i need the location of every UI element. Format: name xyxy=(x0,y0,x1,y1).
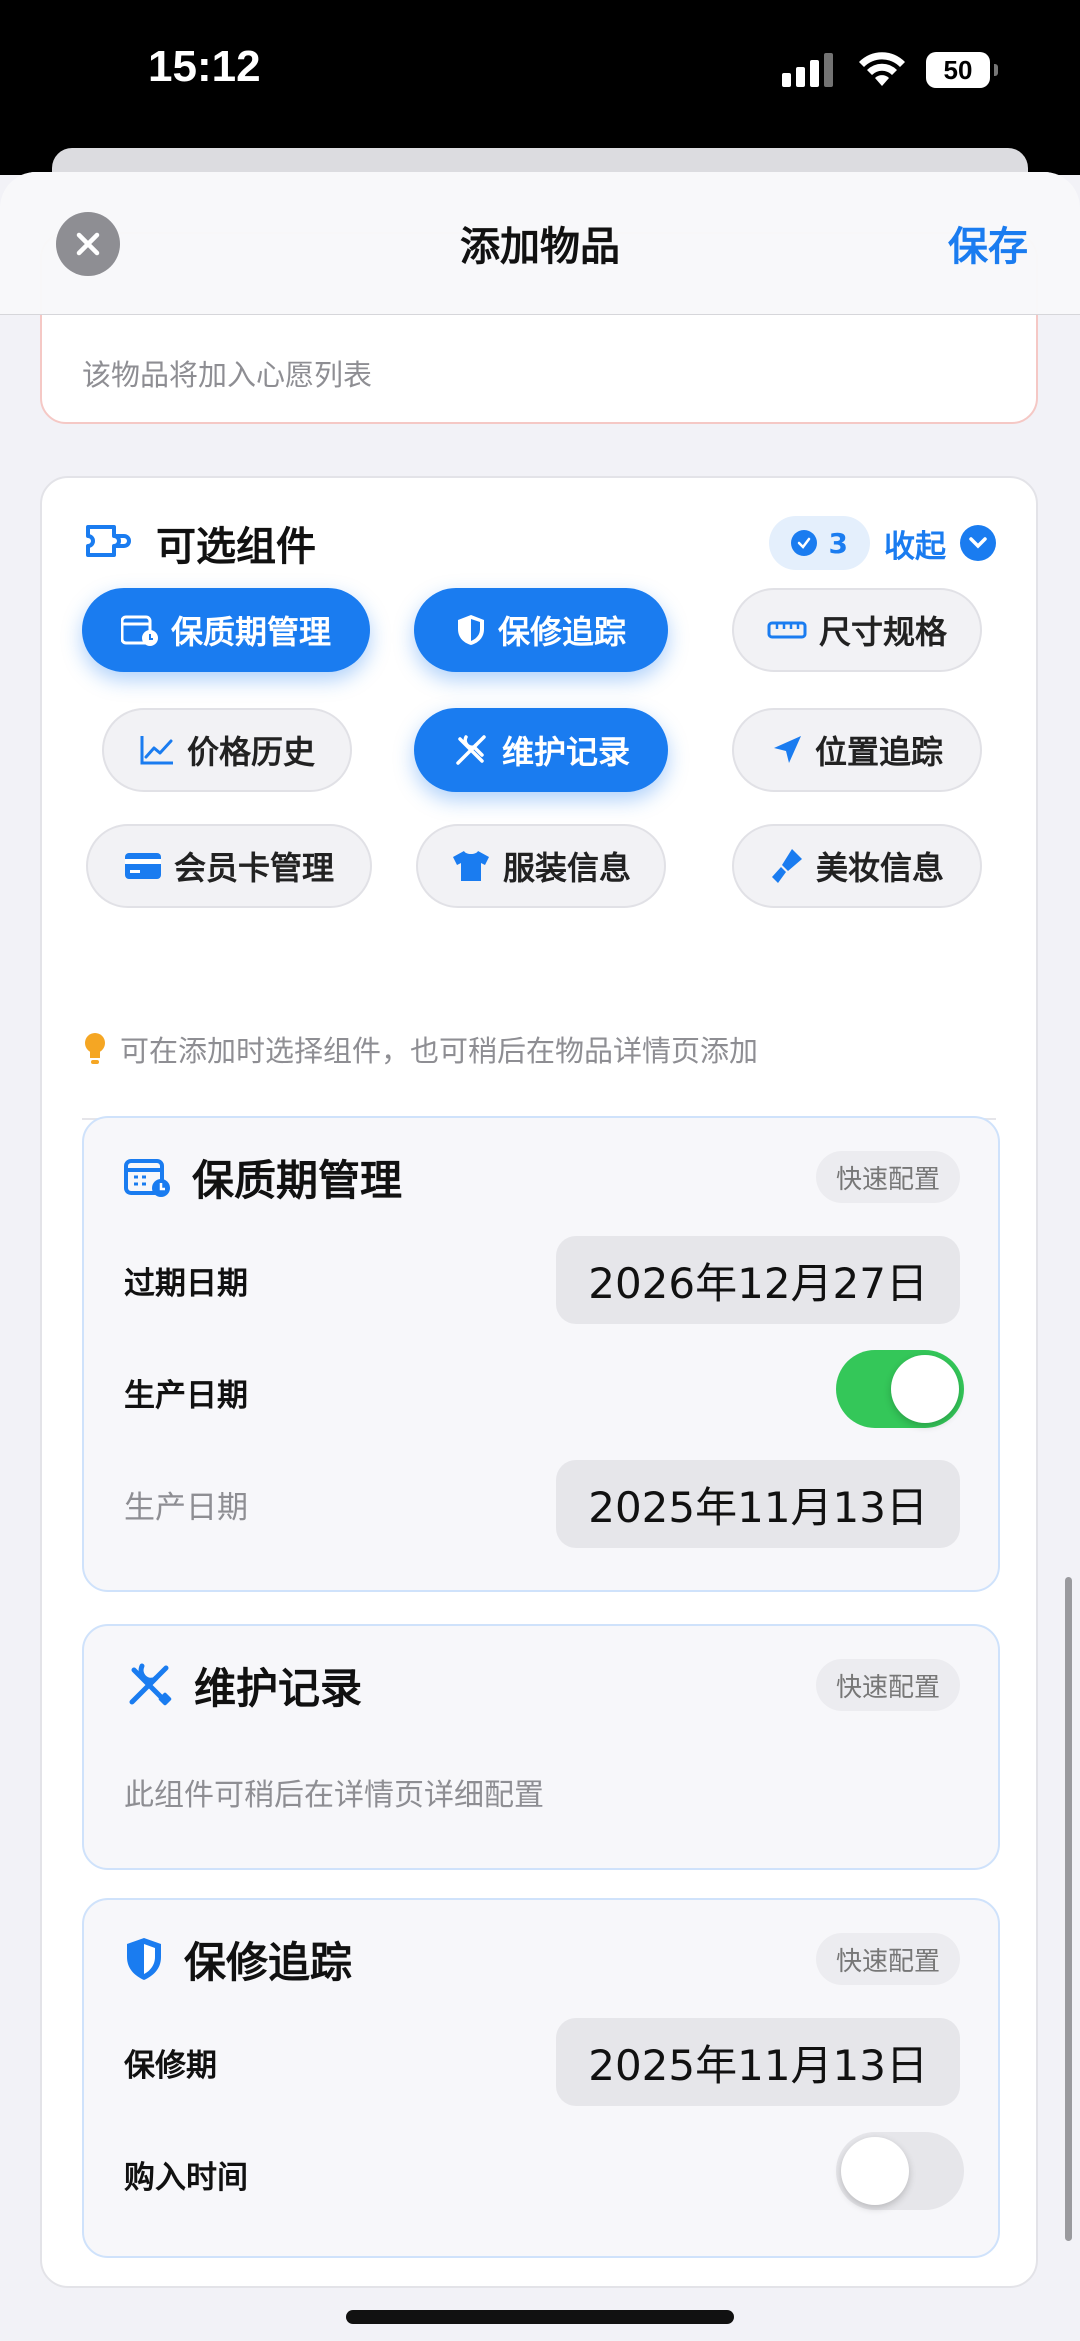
chip-makeup[interactable]: 美妆信息 xyxy=(732,824,982,908)
tip-row: 可在添加时选择组件，也可稍后在物品详情页添加 xyxy=(84,1028,758,1070)
add-item-sheet: 添加物品 保存 该物品将加入心愿列表 可选组件 3 收起 保质期管理 保修追踪 … xyxy=(0,172,1080,2341)
shelf-life-card: 保质期管理 快速配置 过期日期 2026年12月27日 生产日期 生产日期 20… xyxy=(82,1116,1000,1592)
home-indicator xyxy=(346,2310,734,2324)
tshirt-icon xyxy=(452,851,489,881)
optional-components-title: 可选组件 xyxy=(156,524,316,570)
page-title: 添加物品 xyxy=(460,224,620,270)
shelf-life-title: 保质期管理 xyxy=(192,1155,403,1205)
chip-label: 维护记录 xyxy=(501,733,630,771)
scrollbar[interactable] xyxy=(1065,1577,1072,2241)
nav-bar: 添加物品 保存 xyxy=(0,172,1080,315)
tools-icon xyxy=(129,1663,172,1706)
puzzle-icon xyxy=(86,525,131,557)
shelf-life-header: 保质期管理 快速配置 xyxy=(124,1144,960,1210)
chip-label: 服装信息 xyxy=(502,849,631,887)
toggle-knob xyxy=(841,2137,909,2205)
expiry-date-label: 过期日期 xyxy=(124,1266,248,1302)
trend-chart-icon xyxy=(140,736,173,765)
chevron-down-icon[interactable] xyxy=(960,525,996,561)
chip-location[interactable]: 位置追踪 xyxy=(732,708,982,792)
collapse-button[interactable]: 收起 xyxy=(884,521,946,566)
chip-maintenance[interactable]: 维护记录 xyxy=(414,708,668,792)
chip-warranty[interactable]: 保修追踪 xyxy=(414,588,668,672)
warranty-period-picker[interactable]: 2025年11月13日 xyxy=(556,2018,960,2106)
quick-config-button[interactable]: 快速配置 xyxy=(815,1151,960,1203)
tip-text: 可在添加时选择组件，也可稍后在物品详情页添加 xyxy=(120,1034,759,1068)
lightbulb-icon xyxy=(85,1033,105,1064)
makeup-brush-icon xyxy=(771,849,802,883)
optional-components-header: 可选组件 3 收起 xyxy=(84,506,996,580)
maintenance-header: 维护记录 快速配置 xyxy=(124,1652,960,1718)
chip-price-history[interactable]: 价格历史 xyxy=(102,708,352,792)
shield-icon xyxy=(127,1938,161,1980)
chip-dimensions[interactable]: 尺寸规格 xyxy=(732,588,982,672)
chip-label: 位置追踪 xyxy=(814,733,943,771)
expiry-date-picker[interactable]: 2026年12月27日 xyxy=(556,1236,960,1324)
chip-membership-card[interactable]: 会员卡管理 xyxy=(86,824,372,908)
maintenance-note: 此组件可稍后在详情页详细配置 xyxy=(124,1778,544,1813)
chip-label: 保修追踪 xyxy=(497,613,626,651)
production-date-picker[interactable]: 2025年11月13日 xyxy=(556,1460,960,1548)
calendar-clock-icon xyxy=(120,615,158,646)
status-icons: 50 xyxy=(782,52,998,88)
warranty-header: 保修追踪 快速配置 xyxy=(124,1926,960,1992)
chip-label: 尺寸规格 xyxy=(818,613,947,651)
chip-clothing[interactable]: 服装信息 xyxy=(416,824,666,908)
production-date-label: 生产日期 xyxy=(124,1490,248,1526)
warranty-card: 保修追踪 快速配置 保修期 2025年11月13日 购入时间 xyxy=(82,1898,1000,2258)
wishlist-note: 该物品将加入心愿列表 xyxy=(82,358,373,392)
check-icon xyxy=(790,530,817,556)
purchase-time-label: 购入时间 xyxy=(124,2160,248,2196)
maintenance-card: 维护记录 快速配置 此组件可稍后在详情页详细配置 xyxy=(82,1624,1000,1870)
credit-card-icon xyxy=(124,853,161,879)
signal-icon xyxy=(782,53,833,87)
wifi-icon xyxy=(859,52,905,86)
chip-label: 美妆信息 xyxy=(815,849,944,887)
toggle-knob xyxy=(891,1355,959,1423)
maintenance-title: 维护记录 xyxy=(194,1663,363,1713)
production-date-toggle[interactable] xyxy=(836,1350,964,1428)
calendar-clock-icon xyxy=(124,1159,170,1197)
chip-label: 会员卡管理 xyxy=(173,849,334,887)
selected-count: 3 xyxy=(828,526,848,560)
tools-icon xyxy=(456,735,486,765)
selected-count-badge: 3 xyxy=(768,516,870,570)
shield-icon xyxy=(457,615,484,645)
status-time: 15:12 xyxy=(148,42,261,91)
save-button[interactable]: 保存 xyxy=(948,214,1028,272)
warranty-period-label: 保修期 xyxy=(124,2048,217,2084)
purchase-time-toggle[interactable] xyxy=(836,2132,964,2210)
battery-indicator: 50 xyxy=(926,52,998,88)
chip-label: 价格历史 xyxy=(186,733,315,771)
chip-label: 保质期管理 xyxy=(170,613,331,651)
production-date-toggle-label: 生产日期 xyxy=(124,1378,248,1414)
chip-shelf-life[interactable]: 保质期管理 xyxy=(82,588,370,672)
warranty-title: 保修追踪 xyxy=(184,1937,353,1987)
quick-config-button[interactable]: 快速配置 xyxy=(815,1659,960,1711)
location-arrow-icon xyxy=(773,736,801,763)
ruler-icon xyxy=(767,621,807,639)
quick-config-button[interactable]: 快速配置 xyxy=(815,1933,960,1985)
